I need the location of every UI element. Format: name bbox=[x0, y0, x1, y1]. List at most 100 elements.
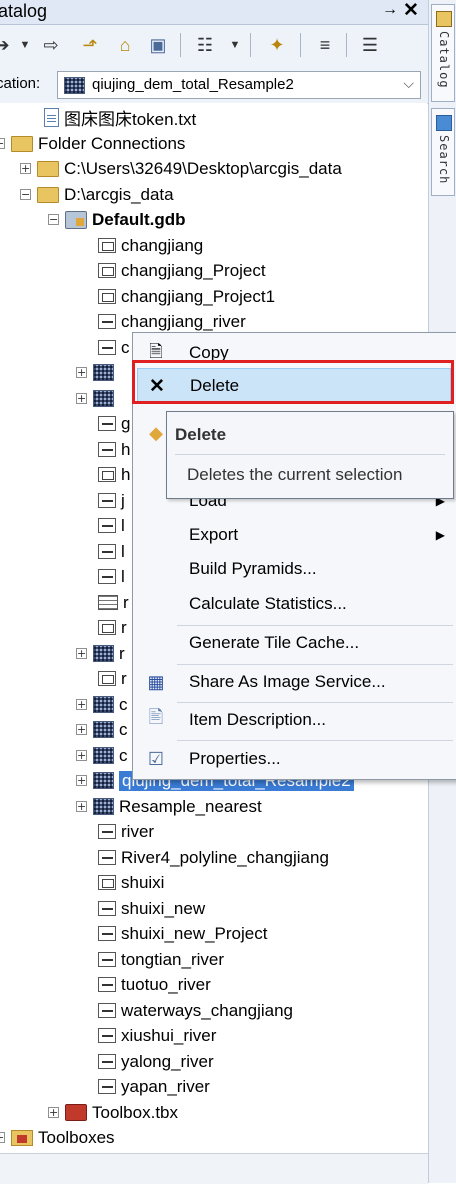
tree-toggle-icon[interactable]: ≡ bbox=[312, 34, 338, 56]
tree-item[interactable]: + c bbox=[76, 743, 128, 768]
location-combobox[interactable]: qiujing_dem_total_Resample2 ⌵ bbox=[57, 71, 421, 99]
folder-icon bbox=[37, 186, 59, 203]
expand-icon[interactable]: + bbox=[76, 393, 87, 404]
tree-item[interactable]: changjiang_river bbox=[98, 309, 246, 334]
forward-arrow-icon[interactable]: ⇨ bbox=[40, 34, 62, 56]
tree-item[interactable]: l bbox=[98, 513, 125, 538]
home-icon[interactable]: ⌂ bbox=[112, 34, 138, 56]
line-feature-class-icon bbox=[98, 569, 116, 584]
tree-item[interactable]: h bbox=[98, 462, 130, 487]
tree-item[interactable]: g bbox=[98, 411, 130, 436]
tree-item[interactable]: + c bbox=[76, 717, 128, 742]
tree-item-folder-d[interactable]: − D:\arcgis_data bbox=[20, 182, 174, 207]
tree-item[interactable]: River4_polyline_changjiang bbox=[98, 845, 329, 870]
new-item-icon[interactable]: ✦ bbox=[264, 34, 290, 56]
tree-item[interactable]: l bbox=[98, 539, 125, 564]
tree-item-label: river bbox=[121, 821, 155, 841]
tree-item-txt-file[interactable]: 图床图床token.txt bbox=[44, 105, 196, 130]
tree-item-label: D:\arcgis_data bbox=[64, 184, 174, 204]
line-feature-class-icon bbox=[98, 416, 116, 431]
tree-item-label: Resample_nearest bbox=[119, 796, 262, 816]
tree-item[interactable]: river bbox=[98, 819, 154, 844]
tree-item[interactable]: changjiang_Project1 bbox=[98, 284, 275, 309]
chevron-down-icon[interactable]: ⌵ bbox=[403, 75, 414, 92]
tree-item-label: tuotuo_river bbox=[121, 974, 211, 994]
tree-item-label: shuixi_new_Project bbox=[121, 923, 268, 943]
up-one-level-icon[interactable]: ⬏ bbox=[78, 34, 102, 56]
view-dropdown-icon[interactable]: ▼ bbox=[228, 34, 242, 56]
tree-item[interactable]: + bbox=[76, 360, 119, 385]
menu-item-build-pyramids[interactable]: Build Pyramids... bbox=[133, 551, 455, 587]
tree-item-label: c bbox=[119, 719, 128, 739]
menu-item-calculate-statistics[interactable]: Calculate Statistics... bbox=[133, 586, 455, 622]
tree-item[interactable]: yalong_river bbox=[98, 1049, 214, 1074]
tree-item-label: xiushui_river bbox=[121, 1025, 217, 1045]
connect-folder-icon[interactable]: ▣ bbox=[146, 34, 170, 56]
tree-item[interactable]: + r bbox=[76, 641, 125, 666]
tree-item[interactable]: waterways_changjiang bbox=[98, 998, 293, 1023]
tree-item[interactable]: xiushui_river bbox=[98, 1023, 216, 1048]
tree-item[interactable]: r bbox=[98, 666, 127, 691]
expand-icon[interactable]: + bbox=[76, 775, 87, 786]
tab-catalog[interactable]: Catalog bbox=[431, 4, 455, 102]
tree-item[interactable]: j bbox=[98, 488, 125, 513]
expand-icon[interactable]: + bbox=[76, 367, 87, 378]
expand-icon[interactable]: + bbox=[76, 801, 87, 812]
expand-icon[interactable]: + bbox=[20, 163, 31, 174]
collapse-icon[interactable]: − bbox=[48, 214, 59, 225]
menu-item-item-description[interactable]: 🖹 Item Description... bbox=[133, 702, 455, 738]
tab-search[interactable]: Search bbox=[431, 108, 455, 196]
tree-item[interactable]: r bbox=[98, 590, 129, 615]
tree-item-folder-desktop[interactable]: + C:\Users\32649\Desktop\arcgis_data bbox=[20, 156, 342, 181]
menu-item-properties[interactable]: ☑ Properties... bbox=[133, 741, 455, 777]
tree-item[interactable]: tongtian_river bbox=[98, 947, 224, 972]
tree-item[interactable]: shuixi_new bbox=[98, 896, 205, 921]
polygon-feature-class-icon bbox=[98, 620, 116, 635]
view-options-icon[interactable]: ☷ bbox=[192, 34, 218, 56]
tree-item[interactable]: changjiang bbox=[98, 233, 203, 258]
expand-icon[interactable]: + bbox=[0, 1132, 5, 1143]
tree-item[interactable]: + bbox=[76, 386, 119, 411]
tree-item[interactable]: + Resample_nearest bbox=[76, 794, 262, 819]
tree-item-folder-connections[interactable]: − Folder Connections bbox=[0, 131, 185, 156]
menu-item-generate-tile-cache[interactable]: Generate Tile Cache... bbox=[133, 625, 455, 661]
raster-dataset-icon bbox=[93, 390, 114, 407]
tree-item[interactable]: changjiang_Project bbox=[98, 258, 266, 283]
expand-icon[interactable]: + bbox=[76, 699, 87, 710]
tree-item[interactable]: shuixi bbox=[98, 870, 164, 895]
details-view-icon[interactable]: ☰ bbox=[358, 34, 382, 56]
menu-item-share-image-service[interactable]: ▦ Share As Image Service... bbox=[133, 664, 455, 700]
collapse-icon[interactable]: − bbox=[0, 138, 5, 149]
tree-item-label: changjiang bbox=[121, 235, 204, 255]
tree-item[interactable]: tuotuo_river bbox=[98, 972, 211, 997]
dropdown-icon[interactable]: ▼ bbox=[18, 34, 32, 56]
raster-dataset-icon bbox=[93, 645, 114, 662]
tree-item[interactable]: c bbox=[98, 335, 130, 360]
tree-item[interactable]: h bbox=[98, 437, 130, 462]
collapse-icon[interactable]: − bbox=[20, 189, 31, 200]
tree-item-gdb[interactable]: − Default.gdb bbox=[48, 207, 186, 232]
tree-item-toolbox[interactable]: + Toolbox.tbx bbox=[48, 1100, 178, 1125]
geodatabase-icon bbox=[65, 210, 87, 229]
line-feature-class-icon bbox=[98, 1003, 116, 1018]
line-feature-class-icon bbox=[98, 926, 116, 941]
expand-icon[interactable]: + bbox=[76, 648, 87, 659]
properties-icon: ☑ bbox=[147, 748, 165, 769]
close-icon[interactable]: ✕ bbox=[403, 0, 419, 22]
delete-highlight-callout bbox=[132, 360, 454, 404]
tree-item[interactable]: r bbox=[98, 615, 127, 640]
tree-item-toolboxes[interactable]: + Toolboxes bbox=[0, 1125, 115, 1150]
pin-icon[interactable]: → bbox=[382, 1, 398, 19]
tree-item[interactable]: l bbox=[98, 564, 125, 589]
expand-icon[interactable]: + bbox=[48, 1107, 59, 1118]
tree-item[interactable]: + c bbox=[76, 692, 128, 717]
back-arrow-icon[interactable]: ➔ bbox=[0, 34, 10, 56]
tree-item[interactable]: yapan_river bbox=[98, 1074, 210, 1099]
tree-item-label: c bbox=[119, 745, 128, 765]
menu-item-label: Export bbox=[189, 525, 239, 544]
expand-icon[interactable]: + bbox=[76, 750, 87, 761]
expand-icon[interactable]: + bbox=[76, 724, 87, 735]
tree-item[interactable]: shuixi_new_Project bbox=[98, 921, 267, 946]
menu-item-export[interactable]: Export ▶ bbox=[133, 517, 455, 553]
tree-item-label: 图床图床token.txt bbox=[64, 110, 197, 129]
